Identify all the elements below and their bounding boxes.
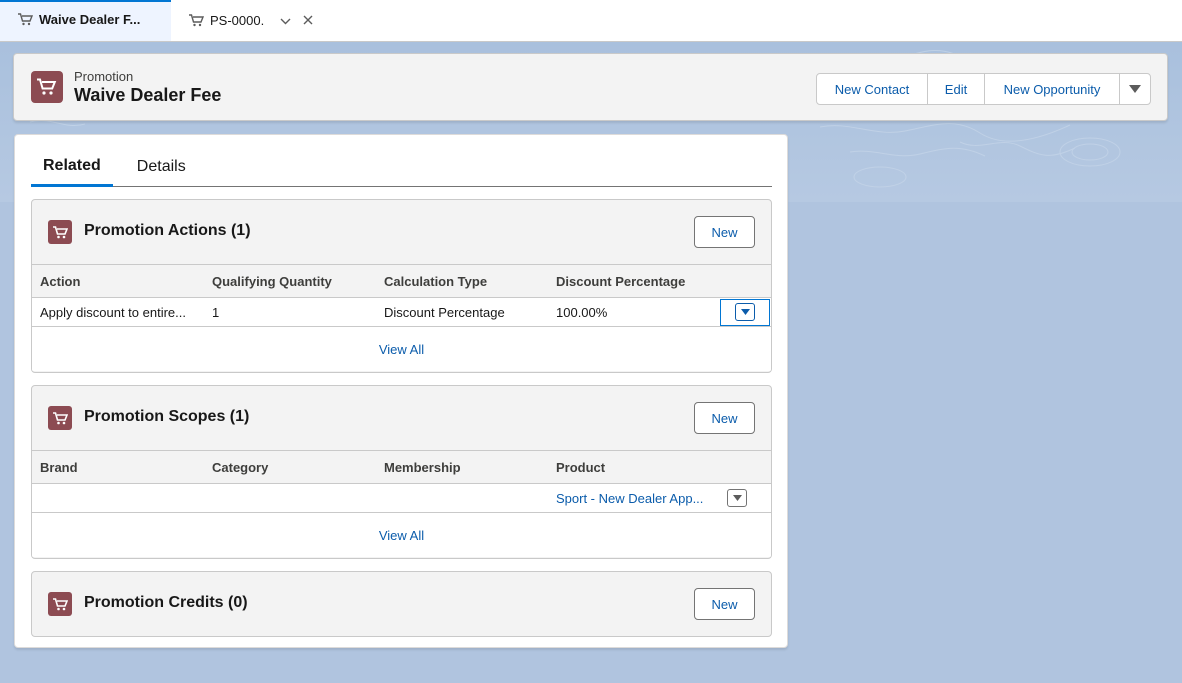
tab-label: PS-0000... [210,13,264,28]
new-opportunity-button[interactable]: New Opportunity [984,73,1120,105]
related-card: Related Details Promotion Actions (1) Ne… [14,134,788,648]
new-promotion-scope-button[interactable]: New [694,402,755,434]
header-actions: New Contact Edit New Opportunity [816,73,1151,105]
cart-icon [48,406,72,430]
edit-button[interactable]: Edit [927,73,985,105]
caret-down-icon [1129,85,1141,93]
new-promotion-action-button[interactable]: New [694,216,755,248]
view-all-link[interactable]: View All [32,327,771,371]
column-header[interactable]: Action [32,274,204,289]
table-cell: Discount Percentage [384,304,505,320]
column-header[interactable]: Category [204,460,376,475]
promotion-credits-section: Promotion Credits (0) New [31,571,772,637]
product-link[interactable]: Sport - New Dealer App... [548,491,720,506]
table-cell: 100.00% [556,304,608,320]
new-contact-button[interactable]: New Contact [816,73,928,105]
view-all-link[interactable]: View All [32,513,771,557]
column-header[interactable]: Qualifying Quantity [204,274,376,289]
record-header: Promotion Waive Dealer Fee New Contact E… [13,53,1168,121]
section-title: Promotion Actions (1) [84,222,251,239]
table-row: Apply discount to entire... 1 Discount P… [32,298,771,327]
column-header[interactable]: Membership [376,460,548,475]
more-actions-button[interactable] [1119,73,1151,105]
tab-label: Waive Dealer F... [39,11,141,27]
page-title: Waive Dealer Fee [74,85,222,105]
cart-icon [48,592,72,616]
new-promotion-credit-button[interactable]: New [694,588,755,620]
column-header[interactable]: Product [548,460,720,475]
promotion-actions-section: Promotion Actions (1) New Action Qualify… [31,199,772,373]
promotion-actions-table: Action Qualifying Quantity Calculation T… [32,264,771,371]
caret-down-icon [740,309,750,315]
workspace-tab-bar: Waive Dealer F... PS-0000... [0,0,1182,42]
object-type-label: Promotion [74,69,134,84]
table-cell: Apply discount to entire... [40,304,186,320]
column-header[interactable]: Calculation Type [376,274,548,289]
chevron-down-icon[interactable] [280,13,291,28]
cart-icon [18,12,33,26]
column-header[interactable]: Discount Percentage [548,274,720,289]
row-actions-button[interactable] [720,298,770,326]
close-icon[interactable] [303,13,313,28]
row-actions-button[interactable] [727,489,747,507]
cart-icon [189,14,204,27]
column-header[interactable]: Brand [32,460,204,475]
workspace-tab-ps[interactable]: PS-0000... [171,0,331,41]
table-row: Sport - New Dealer App... [32,484,771,513]
section-title: Promotion Scopes (1) [84,408,250,425]
cart-icon [48,220,72,244]
caret-down-icon [732,495,742,501]
promotion-scopes-section: Promotion Scopes (1) New Brand Category … [31,385,772,559]
table-cell: 1 [212,304,220,320]
section-title: Promotion Credits (0) [84,594,248,611]
tab-details[interactable]: Details [125,147,198,187]
workspace-tab-waive-dealer-fee[interactable]: Waive Dealer F... [0,0,171,41]
record-tabs: Related Details [31,147,772,187]
cart-icon [31,71,63,103]
promotion-scopes-table: Brand Category Membership Product Sport … [32,450,771,557]
tab-related[interactable]: Related [31,147,113,187]
